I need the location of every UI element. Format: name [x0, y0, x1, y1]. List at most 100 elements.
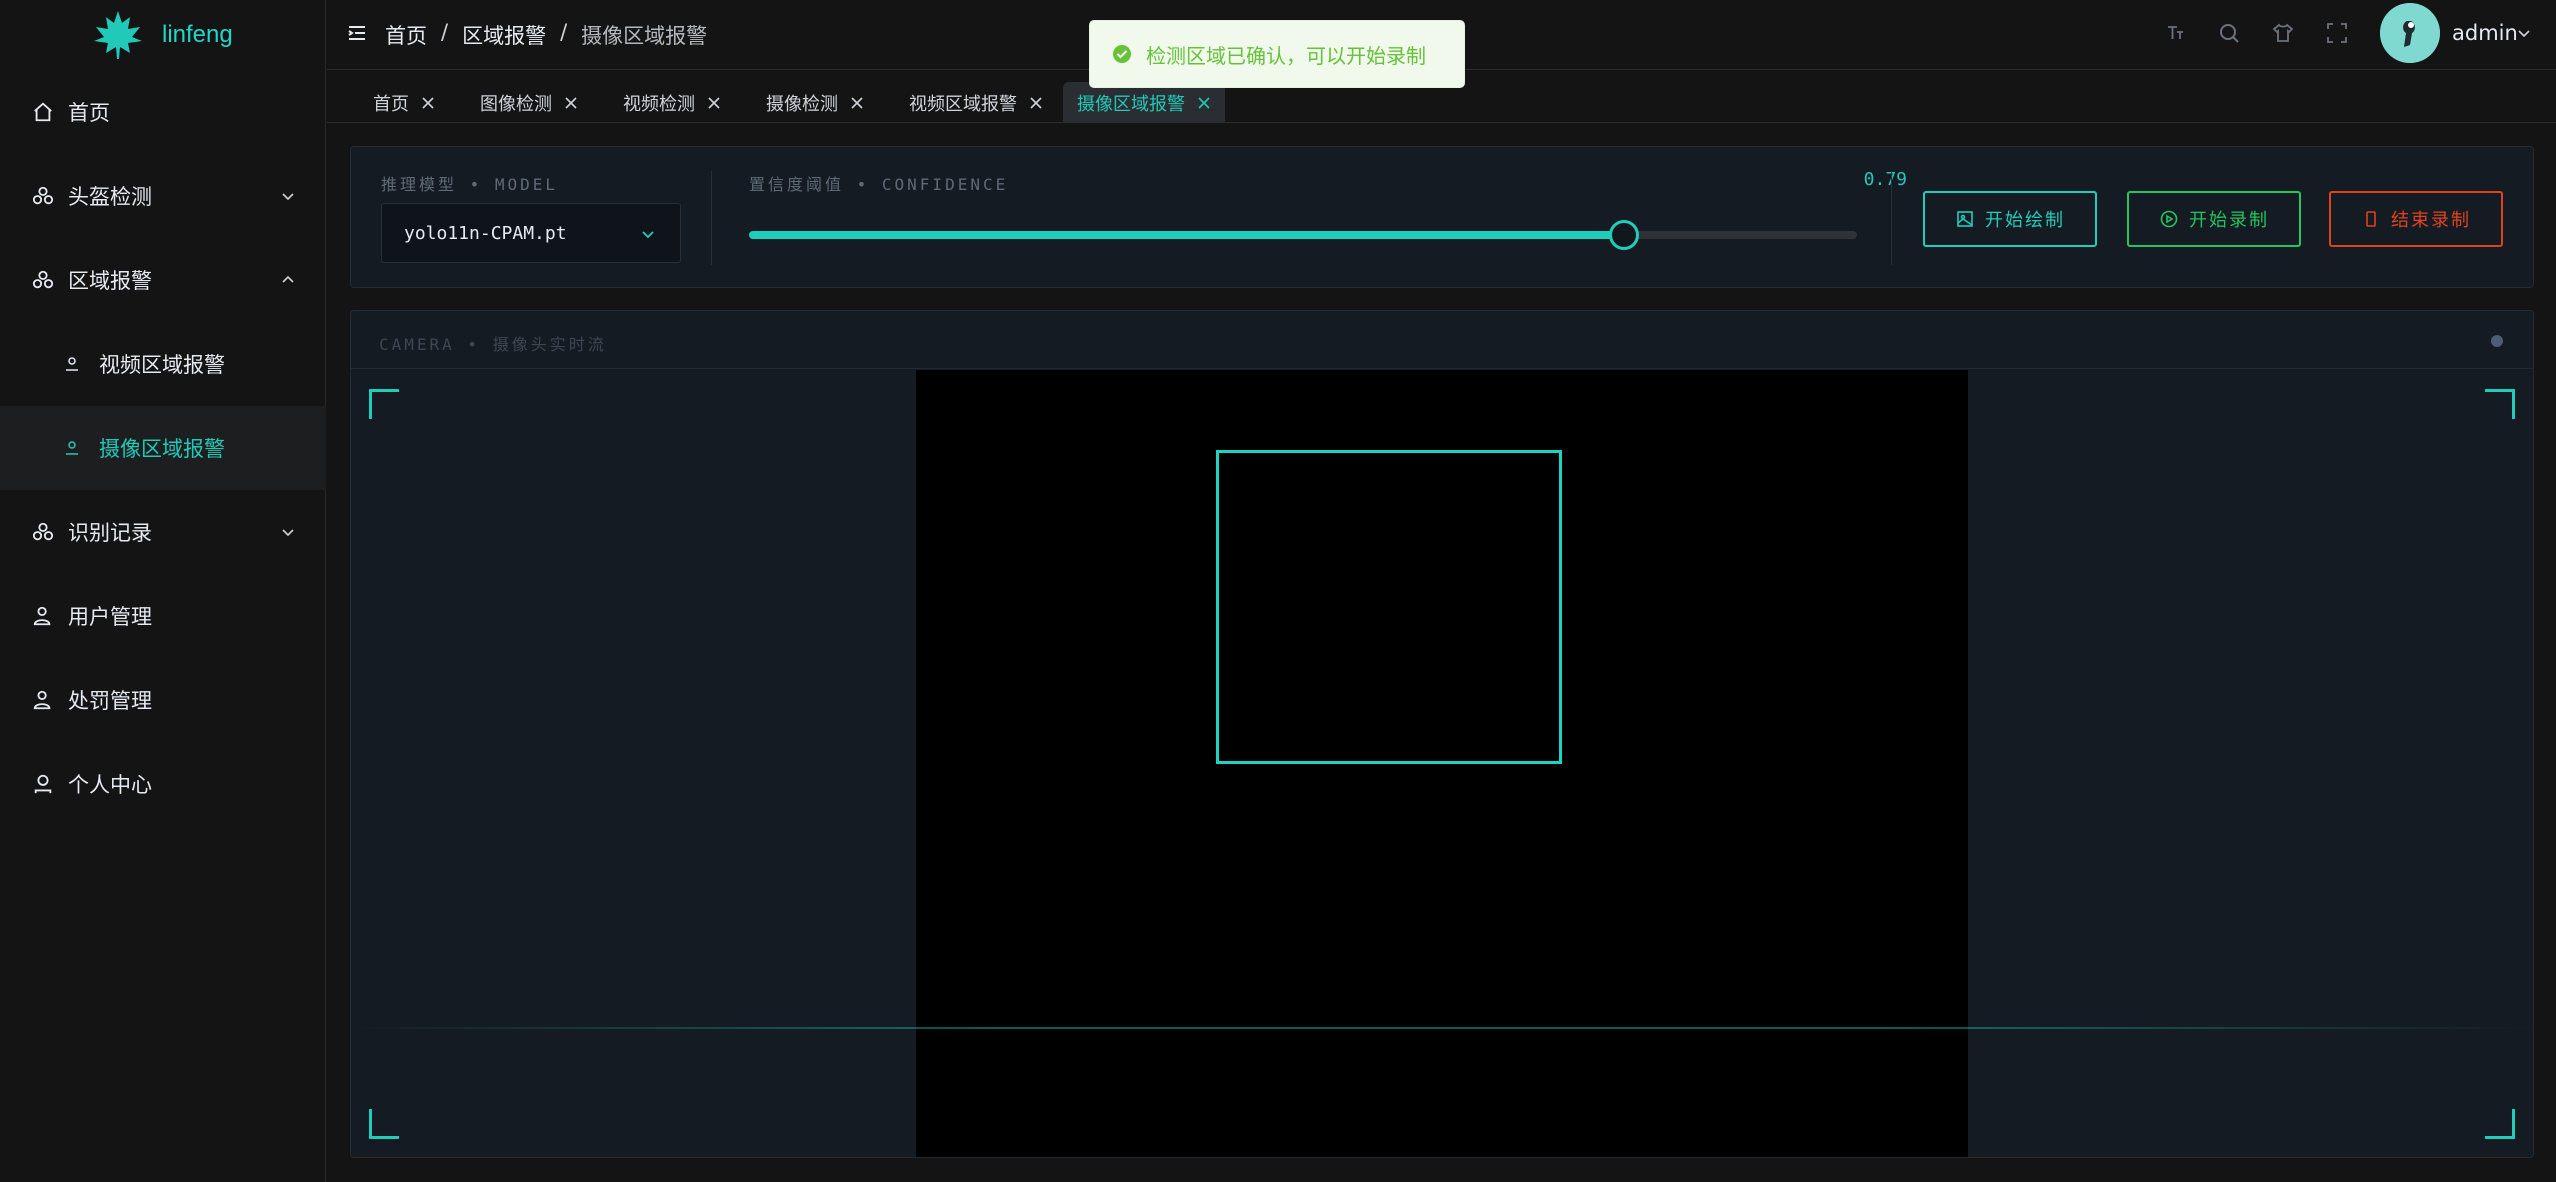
- close-icon[interactable]: [707, 96, 721, 110]
- tab-camera-area-alarm[interactable]: 摄像区域报警: [1063, 82, 1225, 123]
- theme-shirt-icon[interactable]: [2272, 22, 2294, 44]
- avatar-image-icon: [2380, 3, 2440, 63]
- image-icon: [1957, 211, 1973, 227]
- maple-leaf-icon: [94, 11, 142, 59]
- cluster-icon: [32, 270, 54, 289]
- frame-corner: [2485, 1109, 2515, 1139]
- tab-label: 视频检测: [623, 93, 695, 115]
- user-icon: [33, 606, 51, 626]
- menu-fold-icon[interactable]: [347, 23, 367, 43]
- close-icon[interactable]: [1197, 96, 1211, 110]
- sidebar-item-label: 区域报警: [68, 269, 152, 293]
- tab-label: 首页: [373, 93, 409, 115]
- user-icon: [33, 690, 51, 710]
- status-dot: [2491, 335, 2503, 347]
- breadcrumb-separator: /: [560, 20, 568, 44]
- sidebar-item-video-area-alarm[interactable]: 视频区域报警: [0, 322, 326, 406]
- confidence-slider-handle[interactable]: [1609, 220, 1640, 250]
- avatar[interactable]: [2380, 3, 2440, 63]
- tab-video-area-alarm[interactable]: 视频区域报警: [895, 82, 1057, 123]
- chevron-down-icon[interactable]: [2516, 25, 2532, 41]
- tab-image-detection[interactable]: 图像检测: [466, 82, 592, 123]
- app-name: linfeng: [162, 21, 233, 48]
- cluster-icon: [32, 186, 54, 205]
- chevron-up-icon: [282, 275, 294, 283]
- tab-camera-detection[interactable]: 摄像检测: [752, 82, 878, 123]
- tab-home[interactable]: 首页: [359, 82, 449, 123]
- home-icon: [34, 102, 52, 122]
- camera-label: CAMERA • 摄像头实时流: [379, 335, 607, 354]
- sidebar-item-label: 首页: [68, 101, 110, 125]
- app-root: linfeng 首页 头盔检测 区域报警 视频区域报警 摄像区域报警 识别记录: [0, 0, 2556, 1182]
- frame-corner: [369, 1109, 399, 1139]
- confidence-value: 0.79: [1863, 169, 1907, 190]
- tab-label: 摄像检测: [766, 93, 838, 115]
- sidebar-item-penalty-management[interactable]: 处罚管理: [0, 658, 326, 742]
- divider: [1891, 171, 1892, 265]
- sidebar-item-label: 用户管理: [68, 605, 152, 629]
- tab-video-detection[interactable]: 视频检测: [609, 82, 735, 123]
- camera-stream[interactable]: [916, 370, 1968, 1157]
- user-icon: [66, 357, 78, 371]
- font-size-icon[interactable]: [2165, 22, 2187, 44]
- start-recording-button[interactable]: 开始录制: [2127, 191, 2301, 247]
- user-icon: [66, 441, 78, 455]
- chevron-down-icon: [282, 193, 294, 201]
- cluster-icon: [32, 522, 54, 541]
- stop-recording-label: 结束录制: [2391, 210, 2471, 231]
- model-select[interactable]: yolo11n-CPAM.pt: [381, 203, 681, 263]
- sidebar-item-camera-area-alarm[interactable]: 摄像区域报警: [0, 406, 326, 490]
- sidebar-item-label: 识别记录: [68, 521, 152, 545]
- close-icon[interactable]: [850, 96, 864, 110]
- check-circle-icon: [1113, 45, 1131, 63]
- model-select-value: yolo11n-CPAM.pt: [404, 222, 567, 244]
- breadcrumb: 首页 / 区域报警 / 摄像区域报警: [385, 20, 707, 50]
- search-icon[interactable]: [2218, 22, 2240, 44]
- start-drawing-label: 开始绘制: [1985, 210, 2065, 231]
- divider: [711, 171, 712, 265]
- breadcrumb-separator: /: [441, 20, 449, 44]
- confidence-slider[interactable]: [749, 220, 1857, 250]
- user-icon: [34, 774, 52, 794]
- stop-icon: [2366, 211, 2376, 227]
- sidebar-item-area-alarm[interactable]: 区域报警: [0, 238, 326, 322]
- camera-header: CAMERA • 摄像头实时流: [351, 311, 2533, 369]
- success-toast: 检测区域已确认，可以开始录制: [1089, 20, 1465, 88]
- fullscreen-icon[interactable]: [2326, 22, 2348, 44]
- sidebar-item-records[interactable]: 识别记录: [0, 490, 326, 574]
- breadcrumb-area-alarm[interactable]: 区域报警: [462, 20, 546, 50]
- start-drawing-button[interactable]: 开始绘制: [1923, 191, 2097, 247]
- frame-corner: [369, 389, 399, 419]
- sidebar-item-home[interactable]: 首页: [0, 70, 326, 154]
- tab-label: 摄像区域报警: [1077, 93, 1185, 115]
- close-icon[interactable]: [564, 96, 578, 110]
- confidence-label: 置信度阈值 • CONFIDENCE: [749, 175, 1009, 194]
- start-recording-label: 开始录制: [2189, 210, 2269, 231]
- confidence-slider-fill: [749, 231, 1625, 239]
- breadcrumb-home[interactable]: 首页: [385, 20, 427, 50]
- detection-region-box[interactable]: [1216, 450, 1562, 764]
- sidebar-item-label: 个人中心: [68, 773, 152, 797]
- sidebar-item-profile[interactable]: 个人中心: [0, 742, 326, 826]
- sidebar-item-label: 视频区域报警: [99, 353, 225, 377]
- close-icon[interactable]: [421, 96, 435, 110]
- sidebar-item-helmet-detection[interactable]: 头盔检测: [0, 154, 326, 238]
- tab-label: 视频区域报警: [909, 93, 1017, 115]
- breadcrumb-current: 摄像区域报警: [581, 24, 708, 48]
- sidebar: linfeng 首页 头盔检测 区域报警 视频区域报警 摄像区域报警 识别记录: [0, 0, 326, 1182]
- chevron-down-icon: [282, 529, 294, 537]
- chevron-down-icon: [642, 231, 654, 239]
- toast-message: 检测区域已确认，可以开始录制: [1146, 43, 1426, 68]
- scan-line: [351, 1027, 2533, 1029]
- tab-label: 图像检测: [480, 93, 552, 115]
- model-label: 推理模型 • MODEL: [381, 175, 559, 194]
- sidebar-item-label: 摄像区域报警: [99, 437, 225, 461]
- logo[interactable]: linfeng: [0, 0, 325, 70]
- sidebar-item-label: 处罚管理: [68, 689, 152, 713]
- sidebar-item-user-management[interactable]: 用户管理: [0, 574, 326, 658]
- sidebar-item-label: 头盔检测: [68, 185, 152, 209]
- stop-recording-button[interactable]: 结束录制: [2329, 191, 2503, 247]
- username[interactable]: admin: [2452, 21, 2518, 45]
- close-icon[interactable]: [1029, 96, 1043, 110]
- control-panel: 推理模型 • MODEL yolo11n-CPAM.pt 置信度阈值 • CON…: [350, 146, 2534, 288]
